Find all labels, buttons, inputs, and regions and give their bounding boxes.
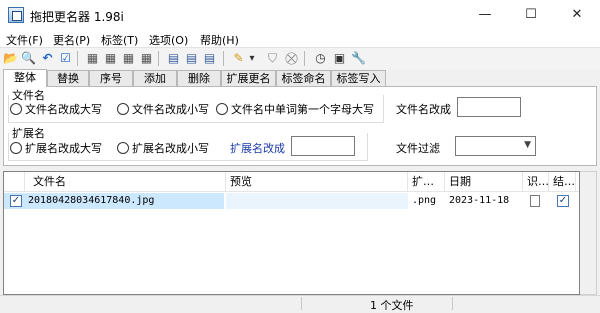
radio-filename-upper[interactable]: 文件名改成大写 <box>10 101 102 117</box>
radio-label: 扩展名改成大写 <box>25 142 102 155</box>
clear-tag-icon[interactable]: ⛒ <box>283 50 300 67</box>
toolbar-separator <box>223 51 224 66</box>
row-date: 2023-11-18 <box>449 195 510 206</box>
file-filter-select[interactable]: ▼ <box>455 136 536 156</box>
rename-grid-icon[interactable]: ▦ <box>84 50 101 67</box>
rename-grid-icon[interactable]: ▦ <box>138 50 155 67</box>
minimize-button[interactable]: — <box>462 0 508 30</box>
tag-icon[interactable]: ⛉ <box>264 50 281 67</box>
radio-label: 文件名中单词第一个字母大写 <box>231 103 374 116</box>
tab-extension-rename[interactable]: 扩展更名 <box>221 70 276 86</box>
tab-overall[interactable]: 整体 <box>3 69 47 87</box>
rename-grid-icon[interactable]: ▦ <box>120 50 137 67</box>
document-icon[interactable]: ▤ <box>201 50 218 67</box>
check-icon[interactable]: ☑ <box>57 50 74 67</box>
menu-help[interactable]: 帮助(H) <box>200 32 239 48</box>
chevron-down-icon[interactable]: ▼ <box>524 140 531 150</box>
menu-options[interactable]: 选项(O) <box>149 32 188 48</box>
radio-button[interactable] <box>117 103 129 115</box>
menu-rename[interactable]: 更名(P) <box>53 32 90 48</box>
filename-change-label: 文件名改成 <box>396 103 451 116</box>
maximize-button[interactable]: ☐ <box>508 0 554 30</box>
radio-extension-upper[interactable]: 扩展名改成大写 <box>10 140 102 156</box>
tab-replace[interactable]: 替换 <box>47 70 89 86</box>
settings-panel: 文件名 文件名改成大写 文件名改成小写 文件名中单词第一个字母大写 文件名改成 … <box>3 86 597 166</box>
extension-change-input[interactable] <box>291 136 355 156</box>
toolbar-separator <box>158 51 159 66</box>
radio-filename-lower[interactable]: 文件名改成小写 <box>117 101 209 117</box>
status-bar: 1 个文件 <box>0 295 600 312</box>
radio-extension-lower[interactable]: 扩展名改成小写 <box>117 140 209 156</box>
tab-tag-naming[interactable]: 标签命名 <box>276 70 331 86</box>
row-preview <box>226 193 408 209</box>
list-header: 文件名 预览 扩… 日期 识… 结… <box>4 172 579 192</box>
preview-icon[interactable]: ▣ <box>331 50 348 67</box>
row-extension: .png <box>412 195 437 206</box>
tab-strip: 整体 替换 序号 添加 删除 扩展更名 标签命名 标签写入 <box>0 69 600 87</box>
menu-bar: 文件(F) 更名(P) 标签(T) 选项(O) 帮助(H) <box>0 30 600 48</box>
column-header-date[interactable]: 日期 <box>445 172 523 192</box>
file-list[interactable]: 文件名 预览 扩… 日期 识… 结… ✓ 20180428034617840.j… <box>3 171 580 295</box>
vertical-scrollbar[interactable] <box>580 171 597 295</box>
column-header-check[interactable] <box>4 172 25 192</box>
title-bar: 拖把更名器 1.98i — ☐ ✕ <box>0 0 600 30</box>
row-filename: 20180428034617840.jpg <box>28 195 155 206</box>
window-title: 拖把更名器 1.98i <box>30 10 124 24</box>
column-header-filename[interactable]: 文件名 <box>25 172 226 192</box>
column-header-preview[interactable]: 预览 <box>226 172 408 192</box>
close-button[interactable]: ✕ <box>554 0 600 30</box>
document-icon[interactable]: ▤ <box>183 50 200 67</box>
document-icon[interactable]: ▤ <box>165 50 182 67</box>
undo-icon[interactable]: ↶ <box>39 50 56 67</box>
radio-button[interactable] <box>117 142 129 154</box>
radio-button[interactable] <box>10 103 22 115</box>
document-icon <box>530 195 540 207</box>
toolbar: 📂 🔍 ↶ ☑ ▦ ▦ ▦ ▦ ▤ ▤ ▤ ✎ ▾ ⛉ ⛒ ◷ ▣ 🔧 <box>0 48 600 69</box>
rename-grid-icon[interactable]: ▦ <box>102 50 119 67</box>
extension-change-label[interactable]: 扩展名改成 <box>230 140 285 156</box>
tab-sequence[interactable]: 序号 <box>89 70 133 86</box>
extension-group-title: 扩展名 <box>12 125 45 141</box>
row-result-checkbox[interactable]: ✓ <box>557 195 569 207</box>
column-header-extension[interactable]: 扩… <box>408 172 445 192</box>
status-file-count: 1 个文件 <box>370 299 414 312</box>
column-header-result[interactable]: 结… <box>549 172 576 192</box>
pencil-icon[interactable]: ✎ <box>230 50 247 67</box>
radio-label: 文件名改成小写 <box>132 103 209 116</box>
status-divider <box>301 297 302 310</box>
menu-file[interactable]: 文件(F) <box>6 32 43 48</box>
file-filter-label: 文件过滤 <box>396 142 440 155</box>
app-icon <box>8 7 24 23</box>
radio-button[interactable] <box>10 142 22 154</box>
radio-label: 文件名改成大写 <box>25 103 102 116</box>
tab-tag-writing[interactable]: 标签写入 <box>331 70 386 86</box>
status-divider <box>452 297 453 310</box>
radio-button[interactable] <box>216 103 228 115</box>
column-header-identify[interactable]: 识… <box>523 172 549 192</box>
clock-icon[interactable]: ◷ <box>312 50 329 67</box>
filename-change-input[interactable] <box>457 97 521 117</box>
menu-tags[interactable]: 标签(T) <box>101 32 138 48</box>
search-icon[interactable]: 🔍 <box>20 50 37 67</box>
toolbar-separator <box>304 51 305 66</box>
radio-label: 扩展名改成小写 <box>132 142 209 155</box>
toolbar-separator <box>77 51 78 66</box>
row-checkbox[interactable]: ✓ <box>10 195 22 207</box>
tab-delete[interactable]: 删除 <box>177 70 221 86</box>
tab-add[interactable]: 添加 <box>133 70 177 86</box>
chevron-down-icon[interactable]: ▾ <box>247 50 257 67</box>
radio-filename-capitalize[interactable]: 文件名中单词第一个字母大写 <box>216 101 374 117</box>
open-folder-icon[interactable]: 📂 <box>2 50 19 67</box>
wrench-icon[interactable]: 🔧 <box>350 50 367 67</box>
